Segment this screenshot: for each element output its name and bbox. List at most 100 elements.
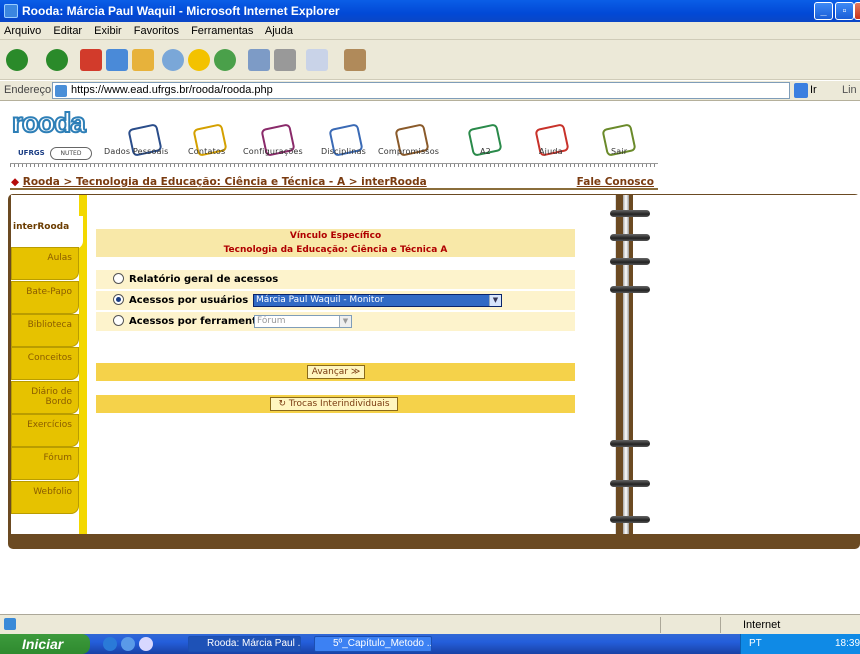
menu-exibir[interactable]: Exibir [94, 25, 122, 37]
forward-icon[interactable] [46, 49, 68, 71]
tab-interrooda[interactable]: interRooda [11, 216, 83, 249]
binder-ring [610, 437, 650, 449]
go-arrow-icon[interactable] [794, 83, 808, 98]
back-arrow-icon[interactable]: ◆ [11, 176, 19, 188]
panel-heading: Vínculo Específico [96, 229, 575, 243]
option-relatorio-geral-label: Relatório geral de acessos [129, 274, 279, 285]
panel-subheading: Tecnologia da Educação: Ciência e Técnic… [96, 243, 575, 257]
nav-contatos[interactable]: Contatos [188, 147, 225, 156]
radio-relatorio-geral[interactable] [113, 273, 124, 284]
breadcrumb-path[interactable]: Rooda > Tecnologia da Educação: Ciência … [23, 176, 427, 188]
minimize-button[interactable]: _ [814, 2, 833, 20]
window-title: Rooda: Márcia Paul Waquil - Microsoft In… [22, 4, 340, 18]
desktop-icon[interactable] [139, 637, 153, 651]
language-indicator[interactable]: PT [749, 634, 762, 654]
maximize-button[interactable]: ▫ [835, 2, 854, 20]
mail-icon[interactable] [248, 49, 270, 71]
system-tray: PT 18:39 [740, 634, 860, 654]
binder-ring [610, 207, 650, 219]
messenger-icon[interactable] [344, 49, 366, 71]
task-rooda[interactable]: Rooda: Márcia Paul ... [188, 636, 301, 652]
ie-quicklaunch-icon[interactable] [103, 637, 117, 651]
fale-conosco-link[interactable]: Fale Conosco [577, 174, 654, 190]
menu-ajuda[interactable]: Ajuda [265, 25, 293, 37]
tab-bate-papo[interactable]: Bate-Papo [11, 281, 79, 314]
task-capitulo[interactable]: 5º_Capítulo_Metodo ... [314, 636, 432, 652]
address-input[interactable]: https://www.ead.ufrgs.br/rooda/rooda.php [52, 82, 790, 99]
go-button[interactable]: Ir [810, 84, 817, 96]
quicklaunch-icon[interactable] [121, 637, 135, 651]
menu-ferramentas[interactable]: Ferramentas [191, 25, 253, 37]
user-select[interactable]: Márcia Paul Waquil - Monitor ▼ [253, 294, 502, 307]
links-label: Lin [842, 84, 857, 96]
nav-configuracoes[interactable]: Configurações [243, 147, 303, 156]
history-icon[interactable] [214, 49, 236, 71]
advance-bar: Avançar ≫ [96, 363, 575, 381]
menu-editar[interactable]: Editar [53, 25, 82, 37]
clock: 18:39 [835, 638, 860, 649]
page-status-icon [4, 618, 16, 630]
start-button[interactable]: Iniciar [0, 634, 90, 654]
avancar-button[interactable]: Avançar ≫ [307, 365, 365, 379]
address-url: https://www.ead.ufrgs.br/rooda/rooda.php [71, 84, 273, 96]
tab-webfolio[interactable]: Webfolio [11, 481, 79, 514]
binder-ring [610, 477, 650, 489]
nav-sair[interactable]: Sair [611, 147, 627, 156]
ufrgs-logo: UFRGS [18, 149, 45, 157]
radio-acessos-ferramenta[interactable] [113, 315, 124, 326]
trocas-interindividuais-button[interactable]: ↻ Trocas Interindividuais [270, 397, 398, 411]
ie-icon [4, 4, 18, 18]
trocas-label: Trocas Interindividuais [288, 399, 390, 409]
user-select-value: Márcia Paul Waquil - Monitor [256, 295, 384, 305]
edit-icon[interactable] [306, 49, 328, 71]
trocas-bar: ↻ Trocas Interindividuais [96, 395, 575, 413]
page-content: rooda UFRGS NUTED Dados Pessoais Contato… [0, 101, 860, 614]
tab-conceitos[interactable]: Conceitos [11, 347, 79, 380]
stop-icon[interactable] [80, 49, 102, 71]
notebook-right-page [633, 195, 860, 534]
rooda-logo: rooda [11, 106, 87, 139]
page-icon [55, 85, 67, 97]
binder-ring [610, 283, 650, 295]
option-acessos-usuarios-label: Acessos por usuários [129, 295, 249, 306]
title-bar: Rooda: Márcia Paul Waquil - Microsoft In… [0, 0, 860, 22]
taskbar: Iniciar Rooda: Márcia Paul ... 5º_Capítu… [0, 634, 860, 654]
back-icon[interactable] [6, 49, 28, 71]
print-icon[interactable] [274, 49, 296, 71]
chevron-down-icon[interactable]: ▼ [489, 295, 501, 306]
close-button[interactable]: × [854, 2, 860, 20]
nav-dados-pessoais[interactable]: Dados Pessoais [104, 147, 169, 156]
binder-ring [610, 513, 650, 525]
nav-disciplinas[interactable]: Disciplinas [321, 147, 366, 156]
search-icon[interactable] [162, 49, 184, 71]
tool-select[interactable]: Fórum ▼ [254, 315, 352, 328]
tab-aulas[interactable]: Aulas [11, 247, 79, 280]
tab-diario-de-bordo[interactable]: Diário de Bordo [11, 381, 79, 414]
tab-exercicios[interactable]: Exercícios [11, 414, 79, 447]
zone-label: Internet [743, 619, 781, 631]
favorites-icon[interactable] [188, 49, 210, 71]
home-icon[interactable] [132, 49, 154, 71]
ruler-divider [10, 163, 658, 167]
toolbar [0, 40, 860, 80]
chevron-down-icon[interactable]: ▼ [339, 316, 351, 327]
nav-a2[interactable]: A2 [480, 147, 491, 156]
nav-ajuda[interactable]: Ajuda [539, 147, 563, 156]
zone-segment: Internet [720, 617, 860, 633]
menu-bar: Arquivo Editar Exibir Favoritos Ferramen… [0, 22, 860, 40]
menu-arquivo[interactable]: Arquivo [4, 25, 41, 37]
option-acessos-usuarios: Acessos por usuários Márcia Paul Waquil … [96, 291, 575, 310]
option-relatorio-geral: Relatório geral de acessos [96, 270, 575, 289]
tab-biblioteca[interactable]: Biblioteca [11, 314, 79, 347]
radio-acessos-usuarios[interactable] [113, 294, 124, 305]
start-label: Iniciar [22, 636, 64, 652]
refresh-icon: ↻ [278, 399, 286, 409]
menu-favoritos[interactable]: Favoritos [134, 25, 179, 37]
tab-forum[interactable]: Fórum [11, 447, 79, 480]
nav-compromissos[interactable]: Compromissos [378, 147, 439, 156]
tool-select-value: Fórum [257, 316, 286, 326]
refresh-icon[interactable] [106, 49, 128, 71]
address-label: Endereço [4, 84, 52, 96]
address-bar: Endereço https://www.ead.ufrgs.br/rooda/… [0, 81, 860, 101]
nuted-logo: NUTED [50, 147, 92, 160]
